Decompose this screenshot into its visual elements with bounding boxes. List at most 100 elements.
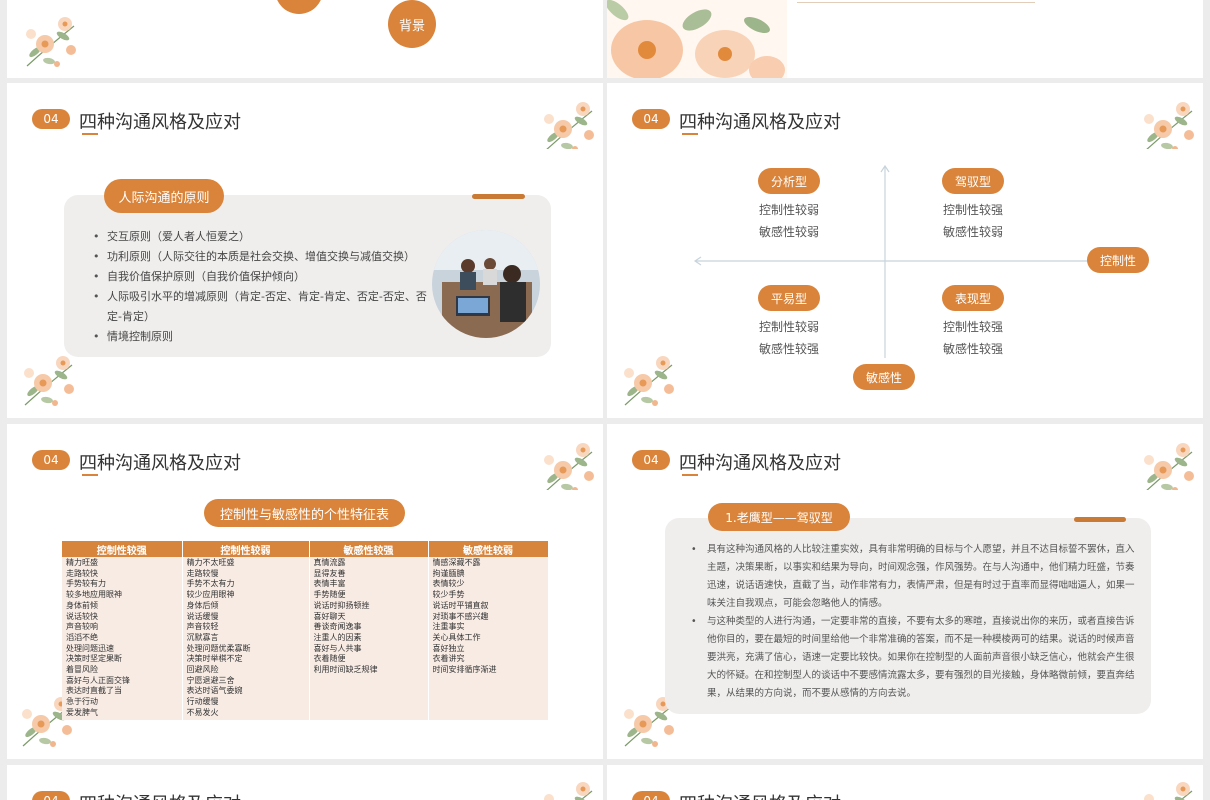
table-cell-item: 沉默寡言 <box>186 632 219 642</box>
eagle-header: 1.老鹰型——驾驭型 <box>708 503 850 531</box>
table-cell-item: 不易发火 <box>186 707 219 717</box>
traits-table: 控制性较强 控制性较弱 敏感性较强 敏感性较弱 精力旺盛 走路较快 手势较有力 较多地… <box>62 541 549 720</box>
list-item: 自我价值保护原则（自我价值保护倾向） <box>91 267 431 287</box>
flower-decoration-icon <box>1143 442 1195 490</box>
table-cell-item: 处理问题优柔寡断 <box>186 643 251 653</box>
table-cell-item: 利用时间缺乏规律 <box>313 665 378 675</box>
table-cell-item: 注重人的因素 <box>313 632 362 642</box>
slide-title: 四种沟通风格及应对 <box>679 790 841 800</box>
table-cell-item: 表达时语气委婉 <box>186 686 243 696</box>
section-number-badge: 04 <box>32 450 70 470</box>
table-cell-item: 注重事实 <box>432 622 465 632</box>
flower-decoration-icon <box>25 16 77 68</box>
slide-title: 四种沟通风格及应对 <box>79 453 241 474</box>
table-cell-item: 说话时平铺直叙 <box>432 600 489 610</box>
quadrant-analyst-desc: 控制性较弱 敏感性较弱 <box>737 199 841 243</box>
column-header: 敏感性较强 <box>309 541 429 557</box>
background-badge-label: 背景 <box>398 18 425 34</box>
table-cell-item: 滔滔不绝 <box>66 632 98 642</box>
quadrant-name: 平易型 <box>770 291 807 306</box>
slide-title: 四种沟通风格及应对 <box>679 112 841 133</box>
axis-y-label: 敏感性 <box>853 364 915 390</box>
paragraph: 具有这种沟通风格的人比较注重实效，具有非常明确的目标与个人愿望，并且不达目标誓不… <box>691 541 1139 613</box>
table-cell-item: 爱发脾气 <box>66 707 98 717</box>
table-cell-item: 时间安排循序渐进 <box>432 665 497 675</box>
table-cell-item: 急于行动 <box>66 697 98 707</box>
table-cell-item: 关心具体工作 <box>432 632 481 642</box>
flower-decoration-icon <box>1143 781 1195 800</box>
table-cell-item: 衣着讲究 <box>432 654 465 664</box>
table-cell-item: 说话较快 <box>66 611 98 621</box>
table-cell-item: 行动缓慢 <box>186 697 219 707</box>
table-cell-item: 表情较少 <box>432 579 465 589</box>
table-cell-item: 衣着随便 <box>313 654 346 664</box>
paragraph: 与这种类型的人进行沟通，一定要非常的直接，不要有太多的寒暄，直接说出你的来历，或… <box>691 613 1139 703</box>
table-cell-item: 着冒风险 <box>66 665 98 675</box>
top-circle-badge <box>275 0 323 14</box>
table-header-badge: 控制性与敏感性的个性特征表 <box>204 499 405 527</box>
section-number-badge: 04 <box>32 791 70 800</box>
quadrant-line: 敏感性较强 <box>758 342 819 356</box>
column-header: 控制性较强 <box>62 541 183 557</box>
quadrant-name: 分析型 <box>770 174 807 189</box>
quadrant-driver-label: 驾驭型 <box>942 168 1004 194</box>
table-cell-item: 喜好独立 <box>432 643 465 653</box>
quadrant-amiable-desc: 控制性较弱 敏感性较强 <box>737 316 841 360</box>
table-cell-item: 说话时抑扬顿挫 <box>313 600 370 610</box>
table-cell-item: 决策时举棋不定 <box>186 654 243 664</box>
table-cell-item: 处理问题迅速 <box>66 643 114 653</box>
axis-y-label-text: 敏感性 <box>865 370 902 385</box>
quadrant-expressive-desc: 控制性较强 敏感性较强 <box>921 316 1025 360</box>
table-cell-item: 手势不太有力 <box>186 579 235 589</box>
column-header: 敏感性较弱 <box>428 541 549 557</box>
table-cell-item: 决策时坚定果断 <box>66 654 122 664</box>
table-cell-item: 说话缓慢 <box>186 611 219 621</box>
slide-title: 四种沟通风格及应对 <box>79 790 241 800</box>
title-underline <box>82 133 98 135</box>
table-cell-item: 身体前倾 <box>66 600 98 610</box>
quadrant-line: 控制性较强 <box>942 320 1003 334</box>
table-header-label: 控制性与敏感性的个性特征表 <box>219 507 389 523</box>
list-item: 人际吸引水平的增减原则（肯定-否定、肯定-肯定、否定-否定、否定-肯定） <box>91 287 431 327</box>
quadrant-line: 敏感性较弱 <box>942 225 1003 239</box>
table-cell-item: 表情丰富 <box>313 579 346 589</box>
table-cell-item: 宁愿退避三舍 <box>186 675 235 685</box>
principles-header: 人际沟通的原则 <box>104 179 224 213</box>
slide-bottom-left: 04 四种沟通风格及应对 <box>7 765 603 800</box>
quadrant-analyst-label: 分析型 <box>758 168 820 194</box>
table-cell-item: 声音较轻 <box>186 622 219 632</box>
flower-decoration-icon <box>623 355 675 407</box>
quadrant-line: 敏感性较强 <box>942 342 1003 356</box>
large-floral-image-icon <box>607 0 787 78</box>
table-cell-item: 身体后倾 <box>186 600 219 610</box>
list-item: 情境控制原则 <box>91 327 431 347</box>
table-cell: 真情流露 显得友善 表情丰富 手势随便 说话时抑扬顿挫 喜好聊天 善谈奇闻逸事 注重人的因素喜… <box>309 557 429 720</box>
slide-top-left: 背景 <box>7 0 603 78</box>
table-cell-item: 走路较慢 <box>186 568 219 578</box>
top-right-rule <box>797 2 1035 3</box>
quadrant-driver-desc: 控制性较强 敏感性较弱 <box>921 199 1025 243</box>
flower-decoration-icon <box>1143 101 1195 149</box>
table-cell-item: 情感深藏不露 <box>432 558 481 567</box>
slide-quadrant: 04 四种沟通风格及应对 分析型 控制性较弱 敏感性较弱 驾驭型 控制性较强 敏… <box>607 83 1203 418</box>
title-underline <box>682 474 698 476</box>
column-header: 控制性较弱 <box>182 541 310 557</box>
section-number-badge: 04 <box>632 791 670 800</box>
decor-dash <box>1074 517 1126 522</box>
table-cell-item: 较少手势 <box>432 590 465 600</box>
table-cell-item: 显得友善 <box>313 568 346 578</box>
table-cell-item: 对琐事不感兴趣 <box>432 611 489 621</box>
slide-bottom-right: 04 四种沟通风格及应对 <box>607 765 1203 800</box>
table-cell-item: 精力不太旺盛 <box>186 558 235 567</box>
slide-title: 四种沟通风格及应对 <box>79 112 241 133</box>
table-row: 精力旺盛 走路较快 手势较有力 较多地应用眼神 身体前倾 说话较快 声音较响 滔滔不绝 处理问题… <box>62 557 549 720</box>
table-cell: 情感深藏不露 拘谨腼腆 表情较少 较少手势 说话时平铺直叙 对琐事不感兴趣 注重事实 关心具体… <box>428 557 549 720</box>
flower-decoration-icon <box>543 781 595 800</box>
table-cell-item: 声音较响 <box>66 622 98 632</box>
quadrant-line: 控制性较强 <box>942 203 1003 217</box>
list-item: 功利原则（人际交往的本质是社会交换、增值交换与减值交换） <box>91 247 431 267</box>
quadrant-name: 驾驭型 <box>954 174 991 189</box>
flower-decoration-icon <box>543 442 595 490</box>
table-cell-item: 较多地应用眼神 <box>66 590 122 600</box>
table-cell-item: 手势较有力 <box>66 579 106 589</box>
